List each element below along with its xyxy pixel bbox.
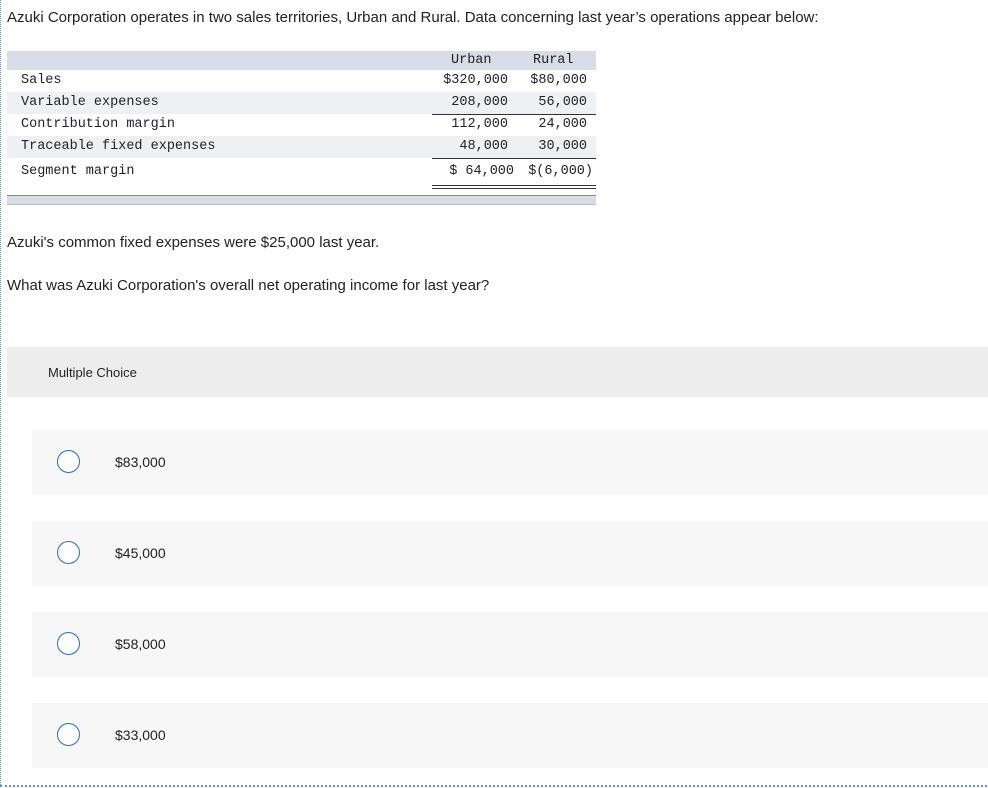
option-label: $58,000 — [115, 636, 166, 652]
radio-button-icon[interactable] — [57, 632, 80, 655]
multiple-choice-header: Multiple Choice — [7, 347, 988, 397]
answer-option[interactable]: $58,000 — [32, 612, 988, 677]
multiple-choice-label: Multiple Choice — [48, 365, 137, 380]
table-header: Urban Rural — [7, 51, 596, 70]
answer-option[interactable]: $45,000 — [32, 521, 988, 586]
rural-value: 56,000 — [538, 95, 587, 110]
common-fixed-text: Azuki's common fixed expenses were $25,0… — [7, 234, 380, 251]
answer-option[interactable]: $33,000 — [32, 703, 988, 768]
answer-option[interactable]: $83,000 — [32, 430, 988, 495]
row-label: Contribution margin — [21, 117, 175, 132]
row-label: Sales — [21, 73, 62, 88]
column-header-rural: Rural — [533, 53, 574, 68]
urban-value: $ 64,000 — [449, 164, 514, 179]
urban-value: 112,000 — [451, 117, 508, 132]
radio-button-icon[interactable] — [57, 450, 80, 473]
segment-table: Urban Rural Sales $320,000 $80,000 Varia… — [7, 51, 596, 205]
total-rule — [432, 158, 596, 159]
table-row: Traceable fixed expenses 48,000 30,000 — [7, 136, 596, 158]
column-header-urban: Urban — [451, 53, 492, 68]
option-label: $45,000 — [115, 545, 166, 561]
table-row: Variable expenses 208,000 56,000 — [7, 92, 596, 114]
double-rule-top — [432, 185, 596, 186]
double-rule-bottom — [432, 188, 596, 189]
radio-button-icon[interactable] — [57, 723, 80, 746]
row-label: Variable expenses — [21, 95, 159, 110]
radio-button-icon[interactable] — [57, 541, 80, 564]
intro-text: Azuki Corporation operates in two sales … — [7, 9, 819, 26]
table-row: Segment margin $ 64,000 $(6,000) — [7, 161, 596, 185]
table-footer-bar — [7, 195, 596, 205]
urban-value: 208,000 — [451, 95, 508, 110]
table-row: Sales $320,000 $80,000 — [7, 70, 596, 92]
table-row: Contribution margin 112,000 24,000 — [7, 114, 596, 136]
row-label: Traceable fixed expenses — [21, 139, 216, 154]
rural-value: $80,000 — [530, 73, 587, 88]
rural-value: $(6,000) — [528, 164, 593, 179]
urban-value: 48,000 — [459, 139, 508, 154]
rural-value: 30,000 — [538, 139, 587, 154]
urban-value: $320,000 — [443, 73, 508, 88]
option-label: $33,000 — [115, 727, 166, 743]
option-label: $83,000 — [115, 454, 166, 470]
rural-value: 24,000 — [538, 117, 587, 132]
row-label: Segment margin — [21, 164, 135, 179]
question-text: What was Azuki Corporation's overall net… — [7, 277, 490, 294]
